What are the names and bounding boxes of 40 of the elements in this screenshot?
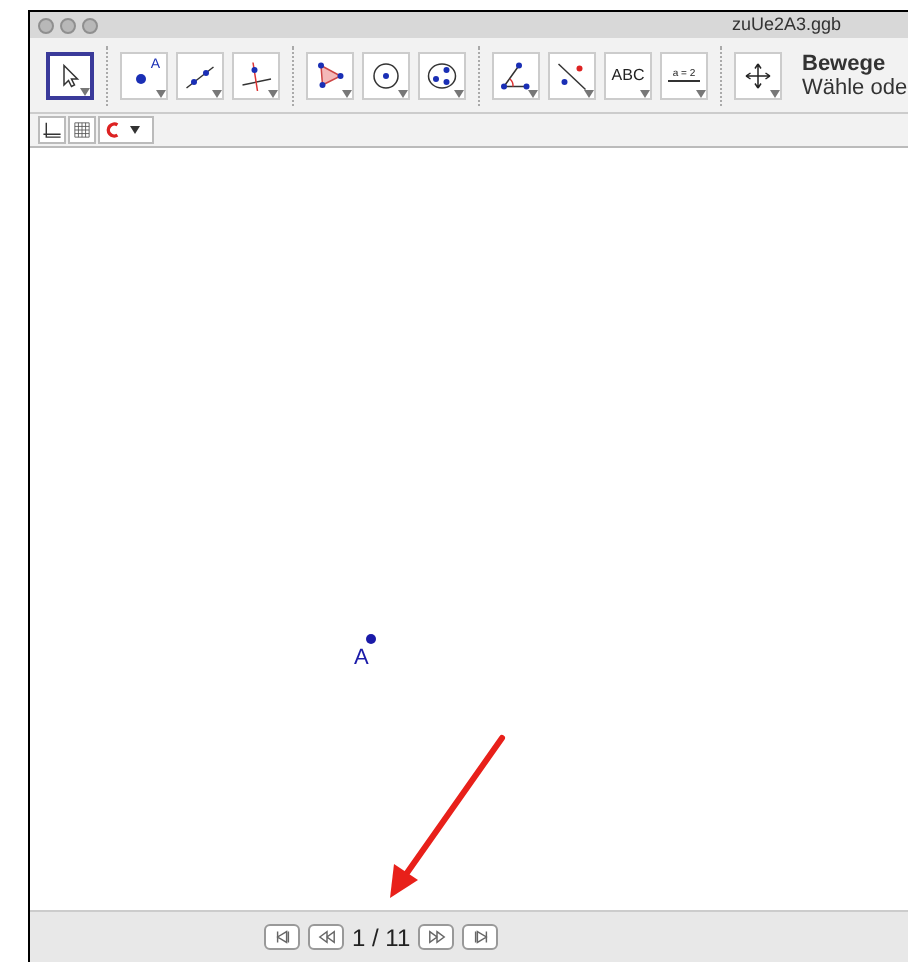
last-arrow-icon xyxy=(469,928,492,946)
dropdown-triangle-icon xyxy=(770,89,780,97)
dropdown-triangle-icon xyxy=(268,89,278,97)
next-page-button[interactable] xyxy=(418,924,455,950)
circle-through-points-icon xyxy=(424,57,460,93)
previous-page-button[interactable] xyxy=(308,924,344,950)
tool-help: Wähle ode xyxy=(802,75,908,99)
dropdown-triangle-icon xyxy=(640,89,650,97)
circle-icon xyxy=(368,57,404,93)
tool-button[interactable]: ABC xyxy=(604,51,652,99)
first-arrow-icon xyxy=(271,928,293,946)
last-page-button[interactable] xyxy=(462,924,499,950)
dropdown-triangle-icon xyxy=(454,89,464,97)
axes-toggle-button[interactable] xyxy=(38,116,66,144)
point-capture-button[interactable] xyxy=(98,116,154,144)
grid-icon xyxy=(72,118,92,142)
tool-name: Bewege xyxy=(802,51,888,75)
angle-icon xyxy=(498,57,534,93)
dropdown-triangle-icon xyxy=(584,89,594,97)
page-counter: 1 / 11 xyxy=(352,921,411,955)
axes-icon xyxy=(42,118,62,142)
previous-arrow-icon xyxy=(315,928,337,946)
dropdown-triangle-icon xyxy=(212,89,222,97)
point-icon xyxy=(135,74,145,84)
next-arrow-icon xyxy=(425,928,448,946)
polygon-icon xyxy=(312,57,348,93)
perpendicular-line-icon xyxy=(238,57,274,93)
dropdown-triangle-icon xyxy=(696,89,706,97)
first-page-button[interactable] xyxy=(264,924,300,950)
dropdown-triangle-icon xyxy=(156,89,166,97)
dropdown-triangle-icon xyxy=(342,89,352,97)
dropdown-triangle-icon xyxy=(398,89,408,97)
window-title: zuUe2A3.ggb xyxy=(732,12,842,38)
dropdown-triangle-icon xyxy=(528,89,538,97)
caret-icon xyxy=(130,126,140,134)
tool-button[interactable] xyxy=(46,51,94,99)
grid-toggle-button[interactable] xyxy=(68,116,96,144)
point-marker xyxy=(366,634,376,644)
dropdown-triangle-icon xyxy=(80,87,90,95)
point-label: A xyxy=(354,646,369,670)
